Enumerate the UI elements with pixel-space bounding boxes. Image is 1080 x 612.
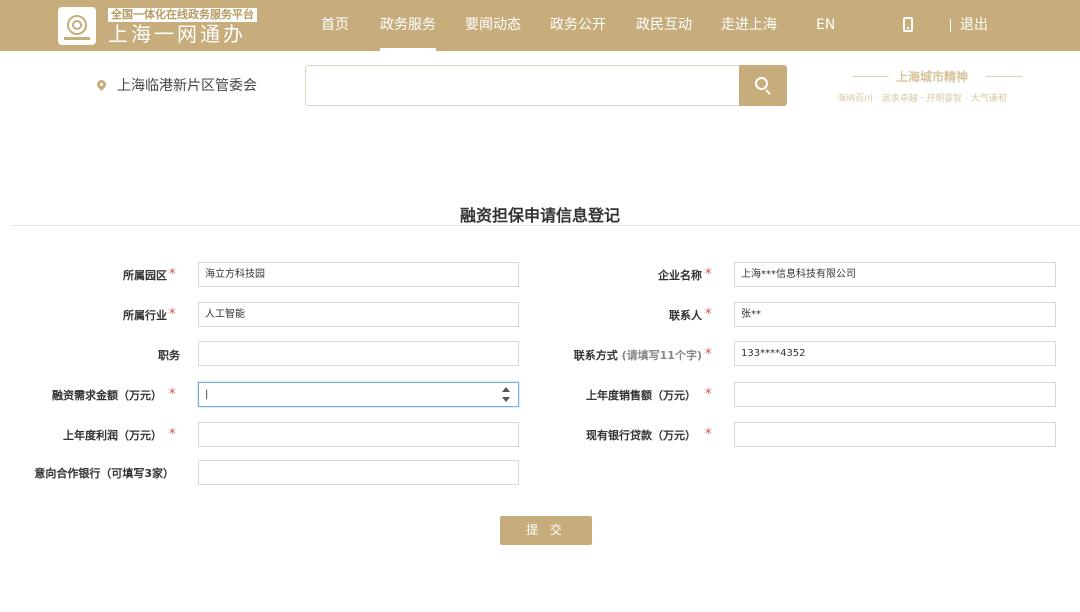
spinner-up-icon[interactable] [502, 387, 510, 392]
nav-public-info[interactable]: 政务公开 [550, 0, 606, 51]
mobile-phone-icon[interactable] [903, 17, 913, 32]
title-divider [10, 225, 1080, 226]
last-year-profit-label: 上年度利润（万元） [63, 429, 162, 442]
slogan-line-left [853, 76, 889, 77]
search-button[interactable] [739, 65, 787, 106]
last-year-sales-field[interactable] [734, 382, 1056, 407]
nav-english[interactable]: EN [816, 0, 835, 51]
bank-loans-field[interactable] [734, 422, 1056, 447]
slogan-line-right [986, 76, 1022, 77]
company-field[interactable]: 上海***信息科技有限公司 [734, 262, 1056, 287]
banks-label: 意向合作银行（可填写3家） [34, 467, 174, 480]
position-field[interactable] [198, 341, 519, 366]
nav-home[interactable]: 首页 [321, 0, 349, 51]
required-star: * [705, 267, 712, 282]
park-label: 所属园区 [123, 269, 167, 282]
number-spinner[interactable] [500, 386, 512, 404]
industry-field[interactable]: 人工智能 [198, 302, 519, 327]
position-label: 职务 [158, 349, 180, 362]
phone-field[interactable]: 133****4352 [734, 341, 1056, 366]
required-star: * [705, 427, 712, 442]
bank-loans-label: 现有银行贷款（万元） [586, 429, 696, 442]
contact-field[interactable]: 张** [734, 302, 1056, 327]
company-label: 企业名称 [658, 269, 702, 282]
last-year-sales-label: 上年度销售额（万元） [586, 389, 696, 402]
required-star: * [169, 387, 176, 402]
required-star: * [169, 307, 176, 322]
brand-subtitle: 全国一体化在线政务服务平台 [108, 8, 257, 22]
financing-amount-field[interactable]: | [198, 382, 519, 407]
required-star: * [169, 427, 176, 442]
logout-link[interactable]: 退出 [960, 0, 988, 51]
nav-gov-services[interactable]: 政务服务 [380, 0, 436, 51]
industry-label: 所属行业 [123, 309, 167, 322]
platform-logo-icon[interactable] [58, 7, 96, 45]
required-star: * [705, 347, 712, 362]
location-pin-icon [95, 78, 108, 91]
banks-field[interactable] [198, 460, 519, 485]
phone-label: 联系方式 (请填写11个字) [574, 347, 702, 363]
park-field[interactable]: 海立方科技园 [198, 262, 519, 287]
search-input[interactable] [305, 65, 740, 106]
slogan-subtitle: 海纳百川 · 追求卓越 · 开明睿智 · 大气谦和 [837, 94, 1007, 104]
required-star: * [169, 267, 176, 282]
page-title: 融资担保申请信息登记 [459, 206, 620, 225]
nav-separator [950, 19, 951, 32]
phone-label-hint: (请填写11个字) [621, 349, 702, 362]
slogan-title: 上海城市精神 [896, 70, 969, 84]
nav-news[interactable]: 要闻动态 [465, 0, 521, 51]
submit-button[interactable]: 提 交 [500, 516, 592, 545]
nav-interaction[interactable]: 政民互动 [636, 0, 692, 51]
required-star: * [705, 387, 712, 402]
required-star: * [705, 307, 712, 322]
nav-about-shanghai[interactable]: 走进上海 [721, 0, 777, 51]
phone-label-text: 联系方式 [573, 349, 618, 362]
location-label[interactable]: 上海临港新片区管委会 [117, 75, 257, 95]
contact-label: 联系人 [669, 309, 702, 322]
spinner-down-icon[interactable] [502, 397, 510, 402]
financing-amount-label: 融资需求金额（万元） [52, 389, 162, 402]
brand-title[interactable]: 上海一网通办 [108, 23, 246, 45]
last-year-profit-field[interactable] [198, 422, 519, 447]
